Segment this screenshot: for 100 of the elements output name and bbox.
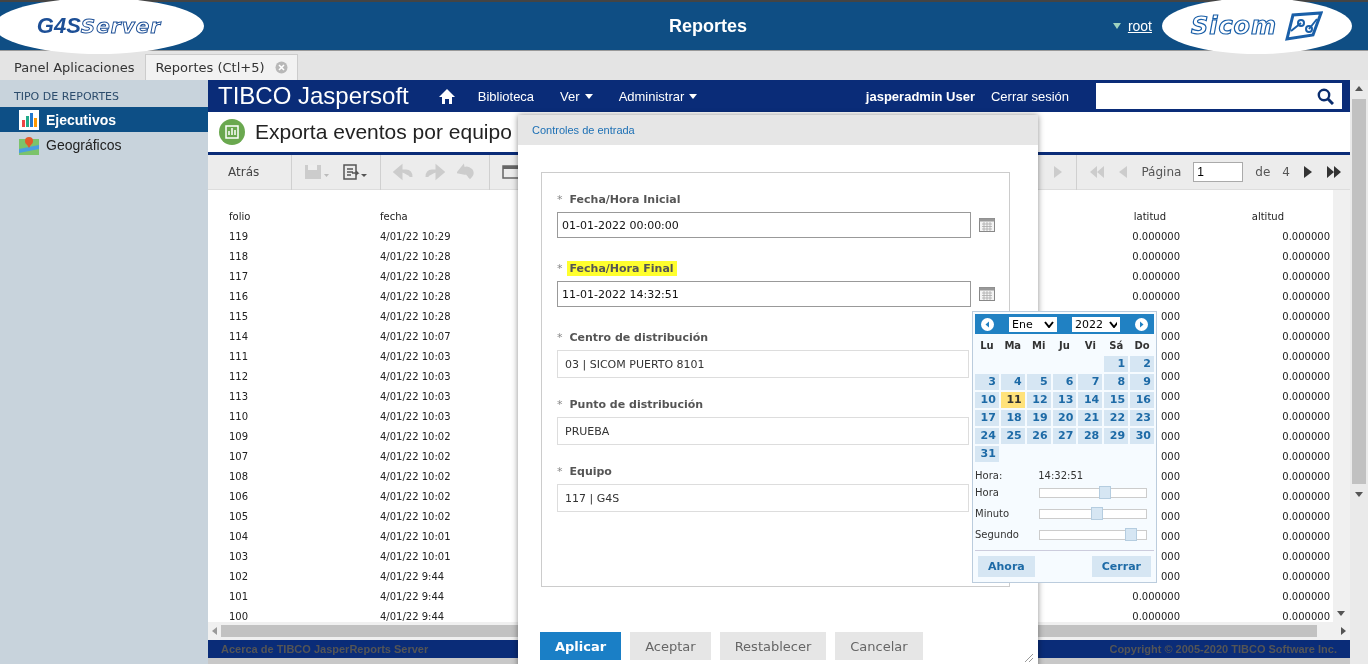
- next-page-icon[interactable]: [1302, 165, 1314, 179]
- day-cell[interactable]: 7: [1078, 374, 1103, 390]
- month-select[interactable]: Ene: [1009, 316, 1057, 332]
- table-cell: 115: [229, 310, 249, 322]
- dialog-button[interactable]: Aceptar: [630, 632, 711, 660]
- search-icon[interactable]: [1317, 87, 1334, 105]
- calendar-icon[interactable]: [979, 218, 995, 232]
- day-cell[interactable]: 1: [1104, 356, 1129, 372]
- date-field[interactable]: 11-01-2022 14:32:51: [557, 281, 971, 307]
- dialog-button[interactable]: Cancelar: [835, 632, 923, 660]
- day-cell[interactable]: 16: [1130, 392, 1154, 408]
- day-cell[interactable]: 28: [1078, 428, 1103, 444]
- scroll-right-icon[interactable]: [1341, 627, 1346, 635]
- year-select[interactable]: 2022: [1072, 316, 1120, 332]
- chevron-down-icon[interactable]: [1044, 320, 1054, 328]
- export-icon[interactable]: [342, 163, 369, 181]
- search-field[interactable]: [1096, 83, 1342, 109]
- table-cell: 000: [1160, 350, 1180, 362]
- slider-thumb[interactable]: [1091, 506, 1104, 520]
- table-cell: 4/01/22 9:44: [380, 590, 445, 602]
- sidebar-item[interactable]: Geográficos: [0, 132, 208, 157]
- dialog-button[interactable]: Aplicar: [540, 632, 622, 660]
- menu-item[interactable]: Administrar: [618, 88, 698, 104]
- logout-link[interactable]: Cerrar sesión: [990, 88, 1069, 104]
- caret-icon[interactable]: [689, 93, 698, 99]
- scroll-left-icon[interactable]: [212, 627, 217, 635]
- day-cell[interactable]: 29: [1104, 428, 1129, 444]
- tab[interactable]: Panel Aplicaciones: [5, 55, 144, 80]
- menu-item[interactable]: Biblioteca: [477, 88, 535, 104]
- slider-thumb[interactable]: [1125, 527, 1138, 541]
- day-cell[interactable]: 27: [1052, 428, 1077, 444]
- table-cell: 4/01/22 10:03: [380, 410, 451, 422]
- table-cell: 0.000000: [1132, 230, 1180, 242]
- day-cell[interactable]: 15: [1104, 392, 1129, 408]
- sidebar-item[interactable]: Ejecutivos: [0, 107, 208, 132]
- day-cell[interactable]: 10: [975, 392, 999, 408]
- table-cell: 0.000000: [1282, 490, 1330, 502]
- select-field[interactable]: 117 | G4S: [557, 484, 969, 512]
- day-cell[interactable]: 19: [1026, 410, 1051, 426]
- user-link[interactable]: root: [1127, 18, 1152, 34]
- day-cell[interactable]: 9: [1130, 374, 1154, 390]
- scroll-down-icon[interactable]: [1337, 611, 1345, 616]
- scrollbar[interactable]: [1350, 80, 1368, 664]
- day-cell[interactable]: 11: [1000, 392, 1025, 408]
- table-cell: 000: [1160, 510, 1180, 522]
- table-cell: 4/01/22 10:02: [380, 430, 451, 442]
- calendar-button[interactable]: Cerrar: [1091, 556, 1151, 577]
- caret-icon[interactable]: [584, 93, 593, 99]
- day-cell[interactable]: 24: [975, 428, 999, 444]
- day-cell[interactable]: 25: [1000, 428, 1025, 444]
- resize-grip-icon[interactable]: [1022, 651, 1034, 663]
- scroll-up-icon[interactable]: [1355, 86, 1363, 91]
- day-cell[interactable]: 4: [1000, 374, 1025, 390]
- slider-track[interactable]: [1039, 487, 1147, 498]
- day-cell[interactable]: 14: [1078, 392, 1103, 408]
- chevron-down-icon[interactable]: [1109, 320, 1117, 328]
- day-cell[interactable]: 6: [1052, 374, 1077, 390]
- date-field[interactable]: 01-01-2022 00:00:00: [557, 212, 971, 238]
- calendar-button[interactable]: Ahora: [978, 556, 1035, 577]
- day-cell[interactable]: 13: [1052, 392, 1077, 408]
- page-field[interactable]: 1: [1193, 162, 1244, 182]
- select-field[interactable]: 03 | SICOM PUERTO 8101: [557, 350, 969, 378]
- table-cell: 4/01/22 10:02: [380, 470, 451, 482]
- last-page-icon[interactable]: [1326, 165, 1342, 179]
- home-icon[interactable]: [438, 88, 455, 104]
- day-cell[interactable]: 22: [1104, 410, 1129, 426]
- day-cell[interactable]: 20: [1052, 410, 1077, 426]
- map-icon: [19, 134, 39, 155]
- day-cell[interactable]: 18: [1000, 410, 1025, 426]
- table-cell: 0.000000: [1282, 330, 1330, 342]
- tab[interactable]: Reportes (Ctl+5): [145, 54, 298, 80]
- next-month-icon[interactable]: [1135, 317, 1148, 331]
- day-cell[interactable]: 26: [1026, 428, 1051, 444]
- back-button[interactable]: Atrás: [208, 154, 280, 190]
- scrollbar[interactable]: [1333, 190, 1350, 622]
- day-cell[interactable]: 2: [1130, 356, 1154, 372]
- day-cell[interactable]: 17: [975, 410, 999, 426]
- slider-thumb[interactable]: [1098, 485, 1111, 499]
- day-cell[interactable]: 30: [1130, 428, 1154, 444]
- calendar-icon[interactable]: [979, 287, 995, 301]
- day-cell[interactable]: 31: [975, 446, 999, 462]
- slider-track[interactable]: [1039, 508, 1147, 519]
- table-cell: 0.000000: [1282, 510, 1330, 522]
- day-cell[interactable]: 8: [1104, 374, 1129, 390]
- sidebar-heading: TIPO DE REPORTES: [13, 90, 121, 103]
- table-cell: 105: [229, 510, 249, 522]
- day-cell[interactable]: 23: [1130, 410, 1154, 426]
- dialog-button[interactable]: Restablecer: [719, 632, 827, 660]
- required-mark: *: [557, 261, 563, 275]
- menu-item[interactable]: Ver: [560, 88, 593, 104]
- day-cell[interactable]: 3: [975, 374, 999, 390]
- day-cell[interactable]: 12: [1026, 392, 1051, 408]
- slider-track[interactable]: [1039, 529, 1147, 540]
- close-icon[interactable]: [274, 61, 288, 74]
- select-field[interactable]: PRUEBA: [557, 417, 969, 445]
- scroll-down-icon[interactable]: [1355, 492, 1363, 497]
- window-icon[interactable]: [502, 164, 521, 180]
- day-cell[interactable]: 5: [1026, 374, 1051, 390]
- previous-month-icon[interactable]: [981, 317, 994, 331]
- day-cell[interactable]: 21: [1078, 410, 1103, 426]
